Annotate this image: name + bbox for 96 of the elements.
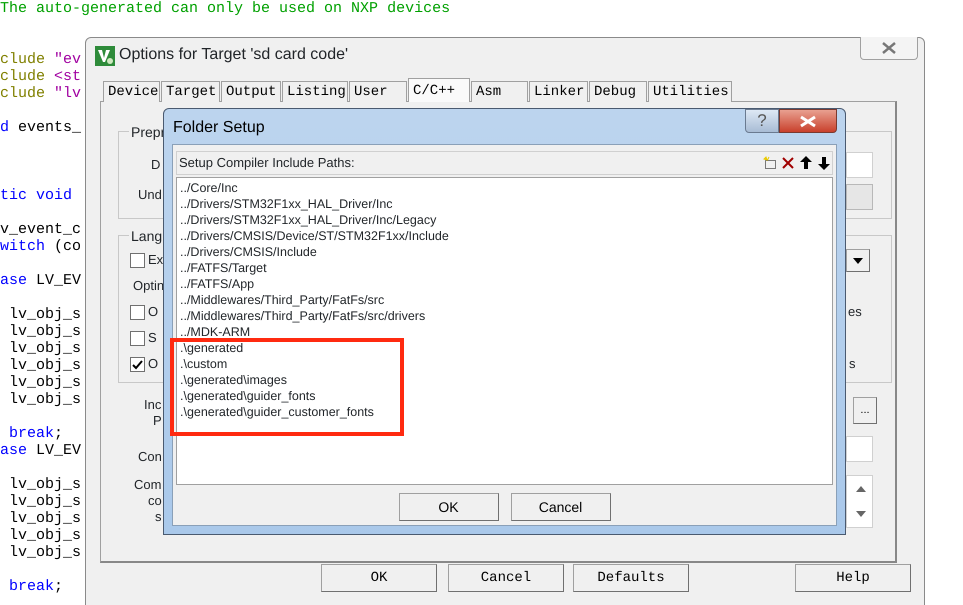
code-line: The auto-generated can only be used on NXP devices [0,0,450,17]
code-line: tic void [0,187,72,204]
list-item[interactable]: ../FATFS/Target [180,260,829,276]
code-line: break; [8,578,64,595]
tab[interactable]: Listing [282,81,348,102]
field-label: s [849,356,856,372]
code-line: lv_obj_s [8,391,82,408]
code-line: ase LV_EV [0,272,82,289]
up-arrow-icon [856,486,866,492]
tab[interactable]: Linker [529,81,588,102]
code-line: clude "lv [0,85,82,102]
field-label: Und [138,187,162,203]
close-icon [799,114,817,128]
help-button[interactable]: ? [745,109,779,133]
spin-control[interactable] [846,475,873,528]
tab[interactable]: Output [221,81,281,102]
list-item[interactable]: ../Drivers/STM32F1xx_HAL_Driver/Inc/Legacy [180,212,829,228]
code-line: ase LV_EV [0,442,82,459]
tab[interactable]: Debug [589,81,647,102]
close-icon [881,41,897,55]
list-item[interactable]: .\generated\guider_fonts [180,388,829,404]
checkbox[interactable] [130,305,145,320]
code-line: clude <st [0,68,82,85]
field-label: D [151,157,160,173]
checkbox[interactable] [130,253,145,268]
dropdown-button[interactable] [846,249,870,272]
code-line: lv_obj_s [8,357,82,374]
field-label: Con [138,449,162,465]
code-line: lv_obj_s [8,340,82,357]
checkbox-label: O [148,304,158,320]
checkbox[interactable] [130,357,145,372]
input-field[interactable] [846,152,873,178]
list-item[interactable]: .\generated\guider_customer_fonts [180,404,829,420]
tab[interactable]: Asm [471,81,528,102]
dialog-button[interactable]: Cancel [448,564,564,592]
list-item[interactable]: ../Middlewares/Third_Party/FatFs/src/drivers [180,308,829,324]
code-line: v_event_c [0,221,82,238]
list-item[interactable]: ../Drivers/STM32F1xx_HAL_Driver/Inc [180,196,829,212]
checkbox-label: O [148,356,158,372]
dialog-title: Options for Target 'sd card code' [119,45,348,65]
down-arrow-icon [856,511,866,518]
field-label: P [153,413,162,429]
down-arrow-icon [818,156,830,170]
dialog-button[interactable]: OK [321,564,437,592]
list-item[interactable]: ../MDK-ARM [180,324,829,340]
new-button[interactable] [762,154,778,172]
list-item[interactable]: ../Drivers/CMSIS/Include [180,244,829,260]
list-item[interactable]: .\generated\images [180,372,829,388]
list-item[interactable]: ../Core/Inc [180,180,829,196]
checkbox[interactable] [130,331,145,346]
tab[interactable]: User [349,81,407,102]
tab[interactable]: C/C++ [408,78,470,102]
code-line: lv_obj_s [8,306,82,323]
close-button[interactable] [779,109,837,133]
code-line: d events_ [0,119,82,136]
code-line: lv_obj_s [8,527,82,544]
tab[interactable]: Utilities [648,81,732,102]
list-item[interactable]: .\generated [180,340,829,356]
code-line: lv_obj_s [8,323,82,340]
field-label: es [848,304,862,320]
new-folder-icon [763,156,777,170]
app-icon [95,46,115,66]
close-button[interactable] [860,37,918,60]
code-line: lv_obj_s [8,374,82,391]
code-line: lv_obj_s [8,476,82,493]
tab[interactable]: Target [161,81,220,102]
dialog-button[interactable]: Help [795,564,911,592]
header-label: Setup Compiler Include Paths: [179,154,355,172]
up-arrow-icon [800,156,812,170]
code-line: clude "ev [0,51,82,68]
delete-icon [781,156,795,170]
list-item[interactable]: .\custom [180,356,829,372]
code-line: lv_obj_s [8,493,82,510]
caret-icon [853,258,863,264]
field-label: Inc [144,397,162,413]
field-label: co [148,493,162,509]
move-up-button[interactable] [798,154,814,172]
dialog-title: Folder Setup [173,118,265,138]
checkbox-label: Ex [148,252,164,268]
list-item[interactable]: ../Drivers/CMSIS/Device/ST/STM32F1xx/Include [180,228,829,244]
code-line: lv_obj_s [8,544,82,561]
code-line: witch (co [0,238,82,255]
input-field[interactable] [846,436,873,462]
dialog-button[interactable]: Cancel [510,493,610,521]
field-label: Com [134,477,162,493]
checkbox-label: S [148,330,157,346]
tab[interactable]: Device [103,81,160,102]
dialog-button[interactable]: Defaults [573,564,689,592]
code-line: break; [8,425,64,442]
field-label: s [155,509,162,525]
list-item[interactable]: ../FATFS/App [180,276,829,292]
dialog-button[interactable]: OK [398,493,498,521]
browse-button[interactable]: ... [853,397,877,424]
list-item[interactable]: ../Middlewares/Third_Party/FatFs/src [180,292,829,308]
code-line: lv_obj_s [8,510,82,527]
field-label: Optin [133,278,164,294]
